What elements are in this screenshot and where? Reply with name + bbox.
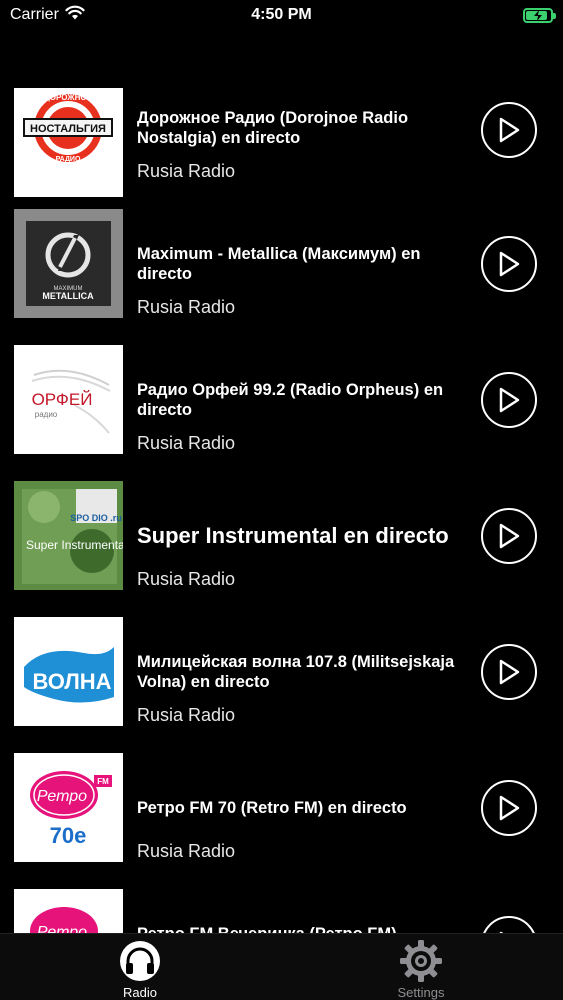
- tab-label: Radio: [123, 985, 157, 1000]
- status-left: Carrier: [10, 5, 85, 25]
- wifi-icon: [65, 5, 85, 25]
- charging-bolt-icon: [534, 9, 542, 21]
- play-icon: [499, 795, 520, 821]
- tab-settings[interactable]: Settings: [351, 934, 491, 1000]
- station-subtitle: Rusia Radio: [137, 433, 236, 453]
- station-subtitle: Rusia Radio: [137, 705, 236, 725]
- play-button[interactable]: [481, 644, 537, 700]
- station-row[interactable]: МИЛИЦЕЙСКАЯ ВОЛНА Милицейская волна 107.…: [0, 617, 563, 753]
- logo-main-text: ВОЛНА: [32, 669, 111, 694]
- logo-badge: FM: [97, 777, 109, 786]
- logo-badge: SPO DIO .ru: [70, 513, 122, 523]
- logo-main-text: Super Instrumental: [26, 538, 123, 552]
- retro-fm-party-logo: Ретро: [14, 889, 123, 933]
- station-title[interactable]: Ретро FM 70 (Retro FM) en directo: [137, 798, 472, 818]
- militseyskaya-volna-logo: МИЛИЦЕЙСКАЯ ВОЛНА: [14, 617, 123, 726]
- logo-bottom-text: радио: [35, 410, 58, 419]
- logo-main-text: ОРФЕЙ: [32, 390, 93, 409]
- carrier-label: Carrier: [10, 6, 59, 23]
- tab-bar: Radio Settings: [0, 933, 563, 1000]
- station-title[interactable]: Ретро FM Вечеринка (Ретро FM): [137, 924, 472, 933]
- play-button[interactable]: [481, 372, 537, 428]
- station-subtitle: Rusia Radio: [137, 297, 236, 317]
- play-icon: [499, 117, 520, 143]
- station-title[interactable]: Maximum - Metallica (Максимум) en direct…: [137, 244, 472, 284]
- play-icon: [499, 251, 520, 277]
- logo-top-text: ДОРОЖНОЕ: [44, 93, 93, 102]
- tab-radio[interactable]: Radio: [70, 934, 210, 1000]
- play-button[interactable]: [481, 508, 537, 564]
- play-button[interactable]: [481, 916, 537, 933]
- station-row[interactable]: Ретро FM 70е Ретро FM 70 (Retro FM) en d…: [0, 753, 563, 889]
- orpheus-logo: ОРФЕЙ радио: [14, 345, 123, 454]
- logo-main-text: Ретро: [37, 788, 87, 805]
- super-instrumental-logo: SPO DIO .ru Super Instrumental: [14, 481, 123, 590]
- station-row[interactable]: ОРФЕЙ радио Радио Орфей 99.2 (Radio Orph…: [0, 345, 563, 481]
- station-row[interactable]: ДОРОЖНОЕ НОСТАЛЬГИЯ РАДИО Дорожное Радио…: [0, 88, 563, 224]
- station-title[interactable]: Дорожное Радио (Dorojnoe Radio Nostalgia…: [137, 108, 472, 148]
- station-title[interactable]: Милицейская волна 107.8 (Militsejskaja V…: [137, 652, 472, 692]
- maximum-metallica-logo: MAXIMUM METALLICA: [14, 209, 123, 318]
- station-title[interactable]: Super Instrumental en directo: [137, 523, 482, 549]
- station-row[interactable]: Ретро Ретро FM Вечеринка (Ретро FM): [0, 889, 563, 933]
- battery-icon: [523, 7, 556, 23]
- logo-main-text: METALLICA: [42, 291, 94, 301]
- tab-label: Settings: [397, 985, 445, 1000]
- station-title[interactable]: Радио Орфей 99.2 (Radio Orpheus) en dire…: [137, 380, 472, 420]
- logo-main-text: Ретро: [37, 924, 87, 933]
- status-bar: Carrier 4:50 PM: [0, 0, 563, 30]
- station-subtitle: Rusia Radio: [137, 569, 236, 589]
- play-icon: [499, 387, 520, 413]
- logo-bottom-text: 70е: [50, 823, 87, 848]
- station-row[interactable]: MAXIMUM METALLICA Maximum - Metallica (М…: [0, 209, 563, 345]
- station-subtitle: Rusia Radio: [137, 841, 236, 861]
- logo-main-text: НОСТАЛЬГИЯ: [30, 123, 106, 135]
- station-list[interactable]: ДОРОЖНОЕ НОСТАЛЬГИЯ РАДИО Дорожное Радио…: [0, 88, 563, 933]
- play-button[interactable]: [481, 102, 537, 158]
- logo-top-text: МИЛИЦЕЙСКАЯ: [39, 656, 102, 665]
- play-button[interactable]: [481, 236, 537, 292]
- logo-bottom-text: РАДИО: [56, 156, 81, 163]
- gear-icon: [399, 939, 443, 983]
- station-subtitle: Rusia Radio: [137, 161, 236, 181]
- play-icon: [499, 659, 520, 685]
- retro-fm-70-logo: Ретро FM 70е: [14, 753, 123, 862]
- play-icon: [499, 523, 520, 549]
- station-row[interactable]: SPO DIO .ru Super Instrumental Super Ins…: [0, 481, 563, 617]
- dorojnoe-nostalgia-logo: ДОРОЖНОЕ НОСТАЛЬГИЯ РАДИО: [14, 88, 123, 197]
- play-button[interactable]: [481, 780, 537, 836]
- headphones-icon: [119, 939, 161, 983]
